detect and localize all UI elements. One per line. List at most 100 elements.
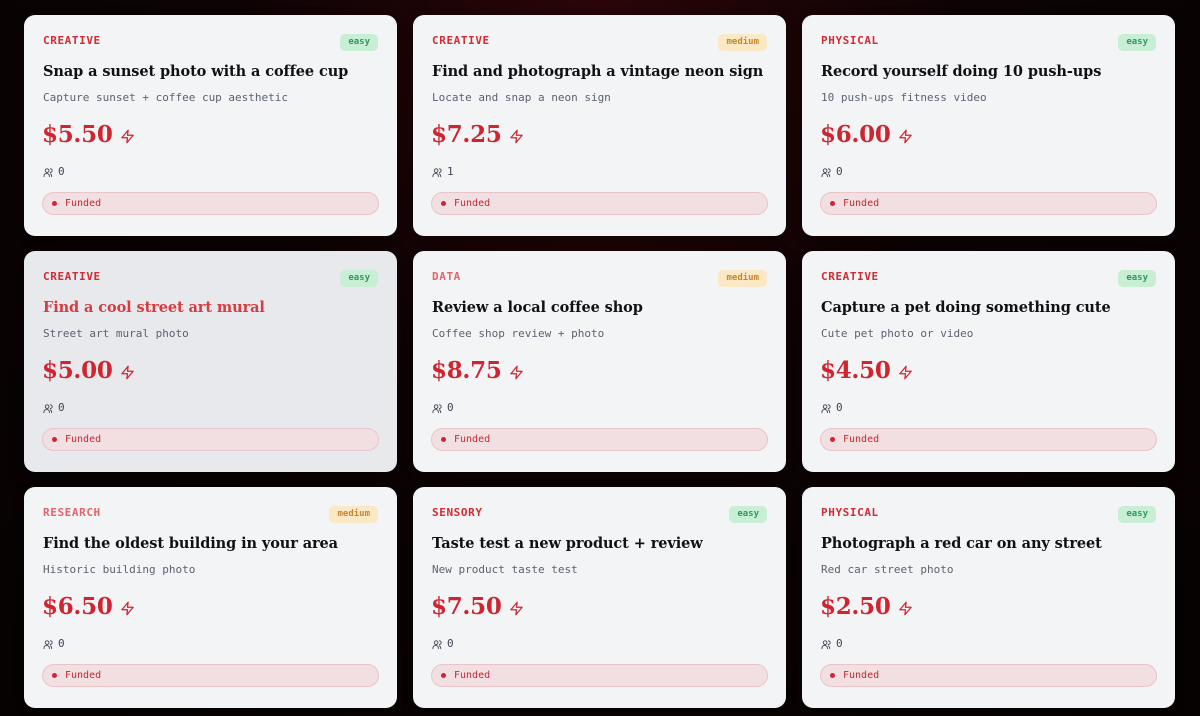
participant-count: 0: [58, 636, 65, 650]
status-dot-icon: [52, 201, 57, 206]
task-price: $7.50: [431, 592, 502, 620]
task-price: $6.50: [42, 592, 113, 620]
status-label: Funded: [843, 198, 880, 209]
category-label: RESEARCH: [43, 506, 101, 519]
status-pill: Funded: [820, 428, 1157, 451]
price-row: $8.75: [431, 354, 524, 386]
users-icon: [43, 167, 54, 178]
participant-count: 0: [447, 400, 454, 414]
task-description: 10 push-ups fitness video: [821, 91, 987, 104]
task-card[interactable]: CREATIVE medium Find and photograph a vi…: [413, 15, 786, 236]
status-label: Funded: [454, 434, 491, 445]
task-description: New product taste test: [432, 563, 578, 576]
difficulty-badge: medium: [718, 34, 767, 51]
status-label: Funded: [65, 670, 102, 681]
bolt-icon: [898, 601, 913, 616]
task-price: $5.50: [42, 120, 113, 148]
task-price: $5.00: [42, 356, 113, 384]
price-row: $4.50: [820, 354, 913, 386]
bolt-icon: [120, 365, 135, 380]
difficulty-badge: easy: [1118, 506, 1156, 523]
users-icon: [43, 639, 54, 650]
price-row: $6.00: [820, 118, 913, 150]
users-icon: [43, 403, 54, 414]
users-icon: [821, 167, 832, 178]
price-row: $6.50: [42, 590, 135, 622]
status-dot-icon: [441, 437, 446, 442]
participants-row: 0: [821, 164, 843, 178]
task-card[interactable]: PHYSICAL easy Photograph a red car on an…: [802, 487, 1175, 708]
status-pill: Funded: [820, 664, 1157, 687]
category-label: CREATIVE: [432, 34, 490, 47]
participants-row: 0: [432, 400, 454, 414]
bolt-icon: [120, 129, 135, 144]
users-icon: [432, 639, 443, 650]
difficulty-badge: medium: [718, 270, 767, 287]
category-label: DATA: [432, 270, 461, 283]
users-icon: [432, 403, 443, 414]
participants-row: 0: [432, 636, 454, 650]
participants-row: 0: [43, 400, 65, 414]
status-label: Funded: [843, 670, 880, 681]
task-title: Find a cool street art mural: [43, 299, 265, 316]
status-label: Funded: [65, 434, 102, 445]
task-description: Historic building photo: [43, 563, 196, 576]
task-price: $4.50: [820, 356, 891, 384]
task-price: $8.75: [431, 356, 502, 384]
task-card[interactable]: PHYSICAL easy Record yourself doing 10 p…: [802, 15, 1175, 236]
task-title: Review a local coffee shop: [432, 299, 643, 316]
participant-count: 0: [836, 400, 843, 414]
status-label: Funded: [843, 434, 880, 445]
task-card[interactable]: CREATIVE easy Find a cool street art mur…: [24, 251, 397, 472]
price-row: $5.00: [42, 354, 135, 386]
task-card[interactable]: RESEARCH medium Find the oldest building…: [24, 487, 397, 708]
price-row: $5.50: [42, 118, 135, 150]
users-icon: [821, 639, 832, 650]
task-description: Street art mural photo: [43, 327, 189, 340]
status-dot-icon: [441, 201, 446, 206]
task-card[interactable]: CREATIVE easy Capture a pet doing someth…: [802, 251, 1175, 472]
category-label: CREATIVE: [43, 270, 101, 283]
task-title: Taste test a new product + review: [432, 535, 703, 552]
task-card[interactable]: CREATIVE easy Snap a sunset photo with a…: [24, 15, 397, 236]
participants-row: 1: [432, 164, 454, 178]
bolt-icon: [898, 365, 913, 380]
difficulty-badge: easy: [1118, 270, 1156, 287]
status-dot-icon: [52, 673, 57, 678]
status-dot-icon: [830, 673, 835, 678]
task-title: Record yourself doing 10 push-ups: [821, 63, 1102, 80]
status-pill: Funded: [431, 428, 768, 451]
participant-count: 0: [836, 164, 843, 178]
bolt-icon: [509, 601, 524, 616]
participant-count: 0: [58, 164, 65, 178]
bolt-icon: [509, 365, 524, 380]
task-title: Capture a pet doing something cute: [821, 299, 1111, 316]
difficulty-badge: medium: [329, 506, 378, 523]
difficulty-badge: easy: [340, 34, 378, 51]
bolt-icon: [509, 129, 524, 144]
category-label: CREATIVE: [43, 34, 101, 47]
task-card[interactable]: DATA medium Review a local coffee shop C…: [413, 251, 786, 472]
task-card[interactable]: SENSORY easy Taste test a new product + …: [413, 487, 786, 708]
status-dot-icon: [441, 673, 446, 678]
status-label: Funded: [65, 198, 102, 209]
status-dot-icon: [52, 437, 57, 442]
task-description: Locate and snap a neon sign: [432, 91, 611, 104]
task-description: Capture sunset + coffee cup aesthetic: [43, 91, 289, 104]
task-price: $2.50: [820, 592, 891, 620]
task-grid: CREATIVE easy Snap a sunset photo with a…: [24, 15, 1175, 709]
participant-count: 0: [447, 636, 454, 650]
participant-count: 1: [447, 164, 454, 178]
task-title: Find and photograph a vintage neon sign: [432, 63, 764, 80]
participants-row: 0: [821, 636, 843, 650]
task-description: Red car street photo: [821, 563, 954, 576]
task-title: Photograph a red car on any street: [821, 535, 1102, 552]
task-description: Coffee shop review + photo: [432, 327, 605, 340]
task-price: $6.00: [820, 120, 891, 148]
price-row: $7.50: [431, 590, 524, 622]
status-pill: Funded: [820, 192, 1157, 215]
status-pill: Funded: [42, 192, 379, 215]
task-description: Cute pet photo or video: [821, 327, 974, 340]
category-label: PHYSICAL: [821, 506, 879, 519]
status-pill: Funded: [431, 664, 768, 687]
